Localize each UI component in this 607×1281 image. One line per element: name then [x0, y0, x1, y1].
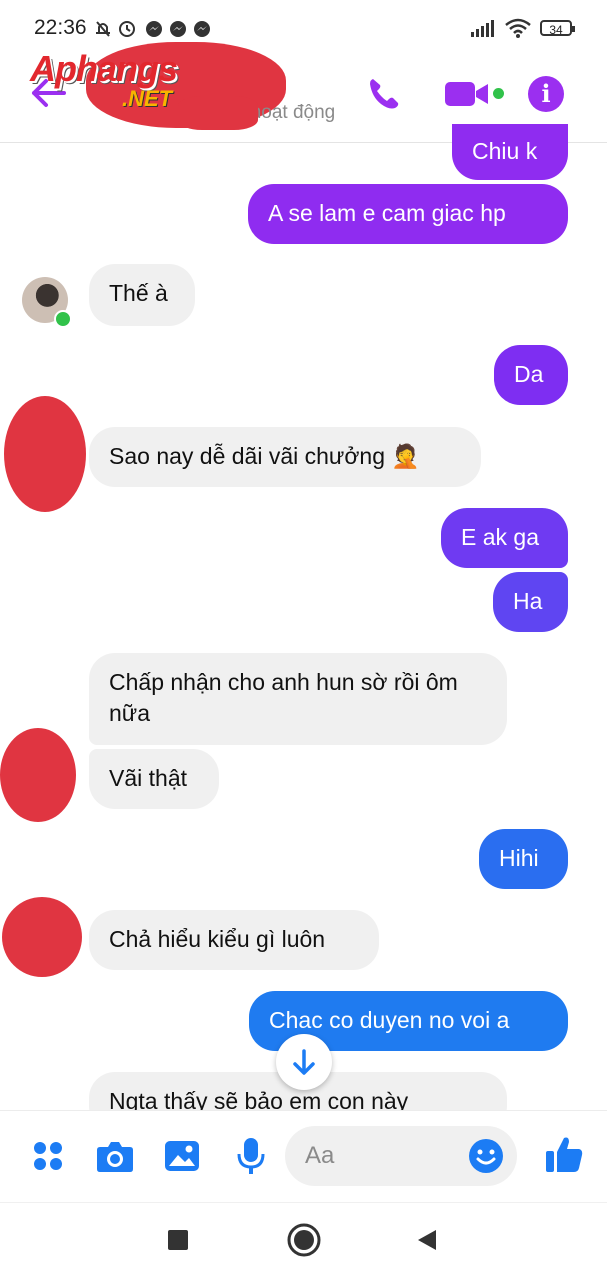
home-icon[interactable] — [286, 1222, 322, 1258]
watermark-logo: Aphangs — [30, 48, 178, 89]
signal-icon — [471, 20, 494, 37]
message-in-4[interactable]: Vãi thật — [89, 749, 219, 809]
message-out-3[interactable]: Da — [494, 345, 568, 405]
avatar-online-dot — [54, 310, 72, 328]
message-text: Vãi thật — [109, 765, 187, 791]
microphone-icon[interactable] — [236, 1136, 266, 1176]
notification-icons-svg — [96, 21, 210, 37]
scroll-to-bottom-button[interactable] — [276, 1034, 332, 1090]
redacted-avatar-1 — [4, 396, 86, 512]
emoji-icon[interactable] — [468, 1138, 504, 1174]
message-text: Sao nay dễ dãi vãi chưởng 🤦 — [109, 443, 421, 469]
image-icon[interactable] — [164, 1138, 200, 1174]
thumbs-up-icon[interactable] — [544, 1134, 584, 1174]
message-text: Chấp nhận cho anh hun sờ rồi ôm nữa — [109, 669, 458, 726]
info-icon[interactable]: i — [528, 76, 564, 112]
message-in-2[interactable]: Sao nay dễ dãi vãi chưởng 🤦 — [89, 427, 481, 487]
message-text: E ak ga — [461, 524, 539, 550]
battery-indicator: 34 — [540, 20, 575, 37]
redacted-avatar-2 — [0, 728, 76, 822]
message-out-4[interactable]: E ak ga — [441, 508, 568, 568]
message-text: Ha — [513, 588, 543, 614]
video-camera-icon[interactable] — [444, 80, 490, 108]
watermark-net: .NET — [122, 86, 173, 111]
message-text: Chac co duyen no voi a — [269, 1007, 510, 1033]
phone-icon[interactable] — [366, 76, 402, 112]
redacted-status-part — [178, 96, 258, 130]
wifi-icon — [505, 18, 531, 38]
camera-icon[interactable] — [96, 1138, 134, 1174]
message-out-2[interactable]: A se lam e cam giac hp — [248, 184, 568, 244]
back-icon[interactable] — [416, 1228, 438, 1252]
notification-icons — [94, 18, 214, 45]
message-out-1[interactable]: Chiu k — [452, 124, 568, 180]
message-input-placeholder: Aa — [305, 1142, 335, 1169]
recent-apps-icon[interactable] — [168, 1230, 188, 1250]
message-in-3[interactable]: Chấp nhận cho anh hun sờ rồi ôm nữa — [89, 653, 507, 745]
online-dot — [493, 88, 504, 99]
message-text: Chiu k — [472, 138, 538, 164]
message-text: Hihi — [499, 845, 539, 871]
status-time: 22:36 — [34, 16, 87, 39]
message-out-6[interactable]: Hihi — [479, 829, 568, 889]
arrow-down-icon — [293, 1049, 315, 1075]
redacted-avatar-3 — [2, 897, 82, 977]
message-in-1[interactable]: Thế à — [89, 264, 195, 326]
message-text: Chả hiểu kiểu gì luôn — [109, 926, 326, 952]
message-text: Thế à — [109, 280, 168, 306]
message-out-5[interactable]: Ha — [493, 572, 568, 632]
apps-icon[interactable] — [32, 1140, 64, 1172]
message-text: A se lam e cam giac hp — [268, 200, 506, 226]
message-text: Da — [514, 361, 544, 387]
message-in-5[interactable]: Chả hiểu kiểu gì luôn — [89, 910, 379, 970]
